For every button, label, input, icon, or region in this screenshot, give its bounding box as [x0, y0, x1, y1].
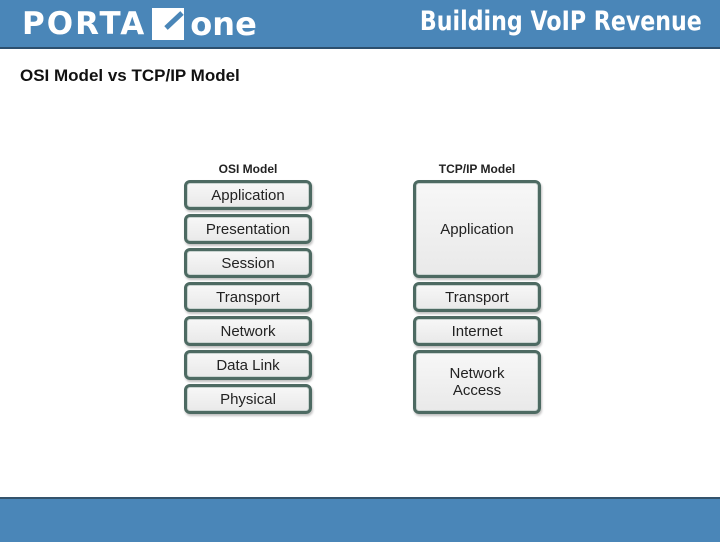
page-title: OSI Model vs TCP/IP Model	[20, 66, 240, 85]
tcpip-layer-transport: Transport	[413, 282, 541, 312]
osi-layer-data-link: Data Link	[184, 350, 312, 380]
logo-text-porta: PORTA	[22, 6, 147, 42]
tcpip-layer-label: Network Access	[449, 365, 505, 399]
osi-model-title: OSI Model	[218, 162, 278, 176]
osi-layer-session: Session	[184, 248, 312, 278]
logo-text-one: one	[190, 5, 257, 43]
osi-layer-network: Network	[184, 316, 312, 346]
tcpip-layer-network-access: Network Access	[413, 350, 541, 414]
header-banner: PORTA one Building VoIP Revenue	[0, 0, 720, 49]
tcpip-layer-internet: Internet	[413, 316, 541, 346]
tcpip-layer-application: Application	[413, 180, 541, 278]
osi-layer-physical: Physical	[184, 384, 312, 414]
osi-layer-stack: Application Presentation Session Transport N…	[184, 180, 312, 414]
portaone-logo: PORTA one	[22, 5, 257, 43]
logo-checkmark-icon	[152, 8, 185, 40]
tcpip-layer-stack: Application Transport Internet Network Acce…	[413, 180, 541, 414]
osi-layer-presentation: Presentation	[184, 214, 312, 244]
tcpip-model-column: TCP/IP Model Application Transport Interne…	[413, 162, 541, 418]
footer-bar	[0, 497, 720, 542]
tcpip-model-title: TCP/IP Model	[438, 162, 516, 176]
osi-layer-application: Application	[184, 180, 312, 210]
osi-model-column: OSI Model Application Presentation Session…	[184, 162, 312, 418]
tagline: Building VoIP Revenue	[420, 6, 702, 37]
osi-layer-transport: Transport	[184, 282, 312, 312]
